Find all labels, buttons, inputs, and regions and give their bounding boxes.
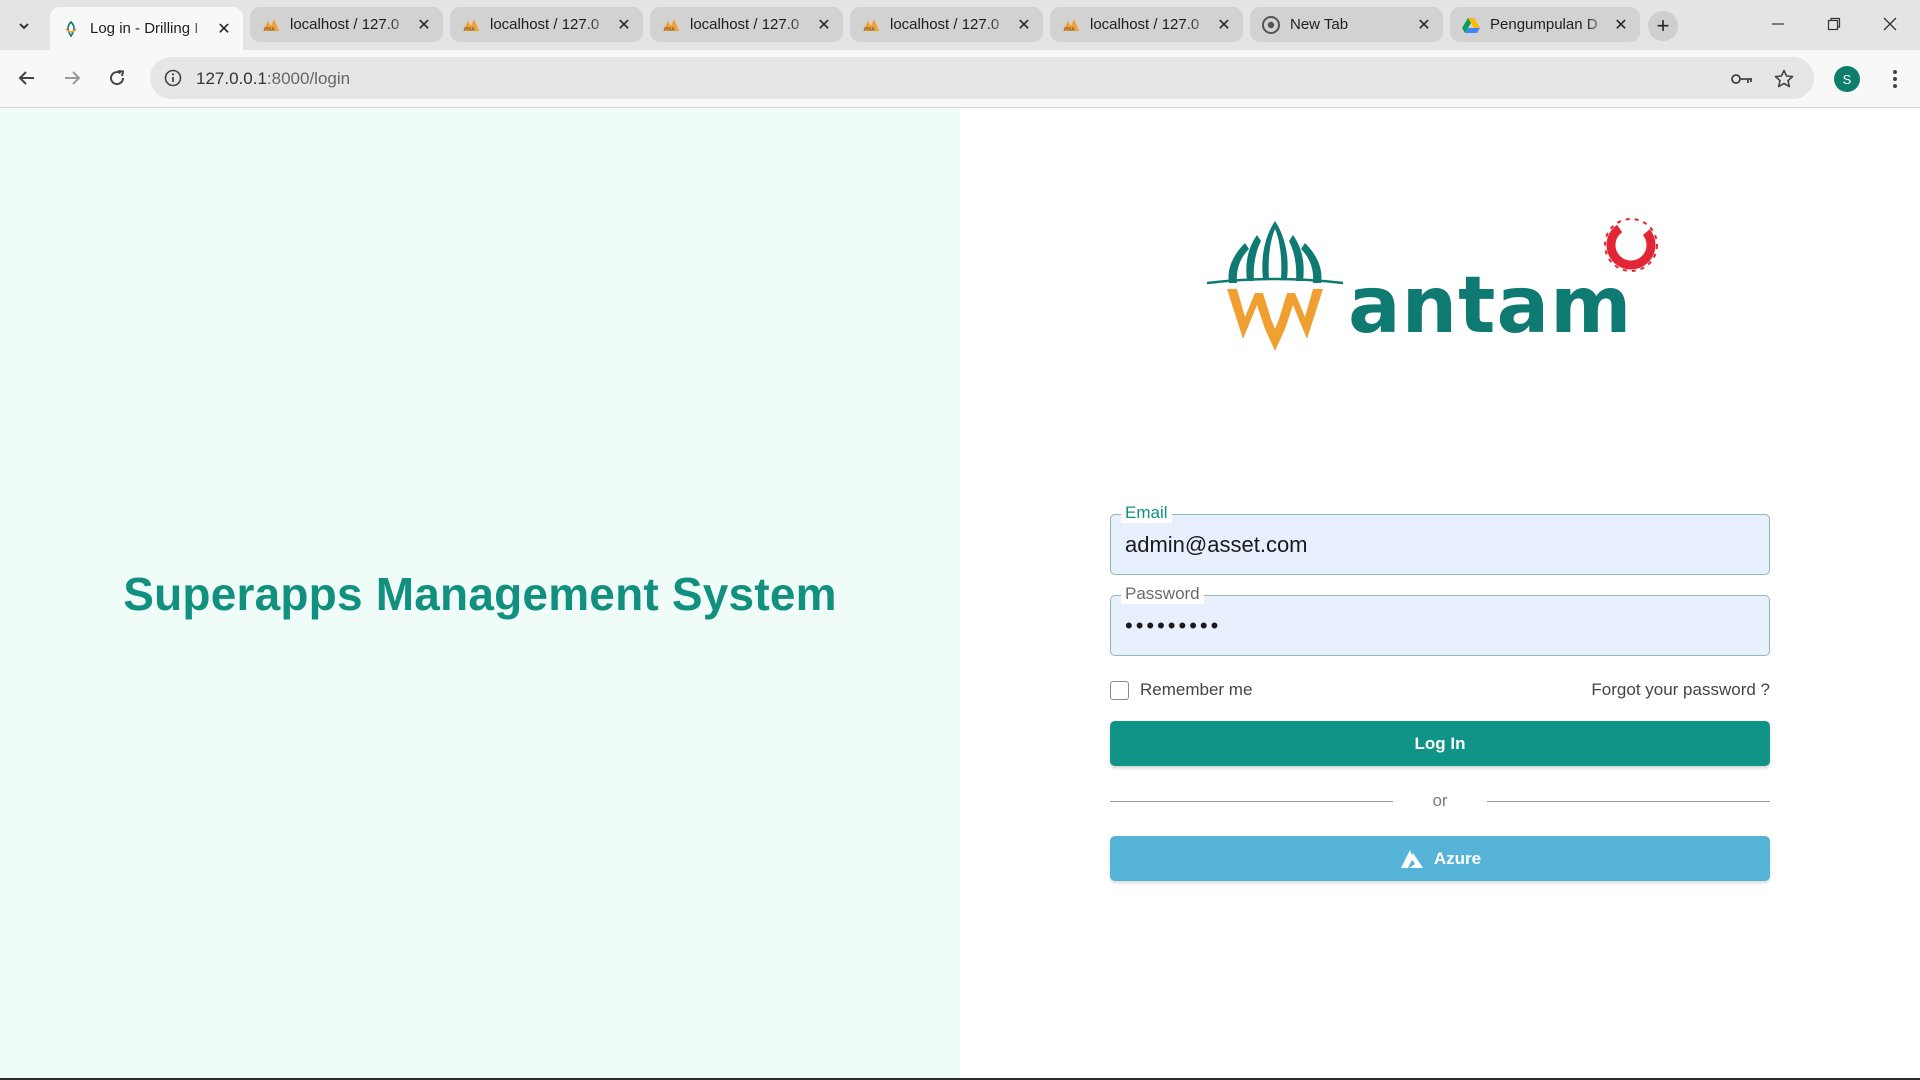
profile-avatar[interactable]: S xyxy=(1834,66,1860,92)
browser-toolbar: 127.0.0.1:8000/login S xyxy=(0,50,1920,108)
tab-title: Log in - Drilling I xyxy=(90,20,199,37)
restore-icon xyxy=(1827,17,1841,31)
close-icon[interactable]: ✕ xyxy=(613,14,635,36)
arrow-right-icon xyxy=(65,71,81,85)
new-tab-button[interactable]: + xyxy=(1648,11,1678,41)
tab-localhost[interactable]: PMA localhost / 127.0 ✕ xyxy=(450,7,643,42)
site-info-icon[interactable] xyxy=(160,65,186,91)
antam-logo-icon xyxy=(62,20,80,38)
password-field[interactable]: Password xyxy=(1110,584,1770,656)
azure-icon xyxy=(1399,849,1425,869)
password-input[interactable] xyxy=(1125,610,1755,642)
svg-text:PMA: PMA xyxy=(864,27,875,32)
minimize-icon xyxy=(1772,23,1784,25)
url-host: 127.0.0.1 xyxy=(196,69,267,88)
remember-me[interactable]: Remember me xyxy=(1110,679,1252,701)
forgot-password-link[interactable]: Forgot your password ? xyxy=(1560,680,1770,700)
divider-left xyxy=(1110,801,1393,802)
email-field[interactable]: Email xyxy=(1110,503,1770,575)
close-icon[interactable]: ✕ xyxy=(813,14,835,36)
email-input[interactable] xyxy=(1125,529,1755,561)
close-icon xyxy=(1883,17,1897,31)
svg-text:PMA: PMA xyxy=(264,27,275,32)
profile-initial: S xyxy=(1842,71,1852,87)
address-bar[interactable]: 127.0.0.1:8000/login xyxy=(150,57,1814,99)
tab-pengumpulan[interactable]: Pengumpulan D ✕ xyxy=(1450,7,1640,42)
close-icon[interactable]: ✕ xyxy=(1013,14,1035,36)
tab-log-in[interactable]: Log in - Drilling I ✕ xyxy=(50,7,243,50)
tab-title: Pengumpulan D xyxy=(1490,16,1598,33)
log-in-label: Log In xyxy=(1414,733,1466,753)
google-drive-icon xyxy=(1462,16,1480,34)
close-icon[interactable]: ✕ xyxy=(213,18,235,40)
or-separator: or xyxy=(1432,791,1448,810)
red-ring-icon xyxy=(1604,218,1658,272)
app-title: Superapps Management System xyxy=(123,568,837,620)
hero-panel: Superapps Management System xyxy=(0,109,960,1078)
close-icon[interactable]: ✕ xyxy=(1213,14,1235,36)
tab-localhost[interactable]: PMA localhost / 127.0 ✕ xyxy=(250,7,443,42)
phpmyadmin-icon: PMA xyxy=(1062,16,1080,34)
arrow-left-icon xyxy=(18,71,34,85)
tab-strip: Log in - Drilling I ✕ PMA localhost / 12… xyxy=(0,0,1920,50)
close-icon[interactable]: ✕ xyxy=(413,14,435,36)
close-icon[interactable]: ✕ xyxy=(1610,14,1632,36)
password-label: Password xyxy=(1121,584,1204,604)
tab-title: New Tab xyxy=(1290,16,1349,33)
tab-localhost[interactable]: PMA localhost / 127.0 ✕ xyxy=(650,7,843,42)
azure-label: Azure xyxy=(1433,848,1482,868)
close-icon[interactable]: ✕ xyxy=(1413,14,1435,36)
remember-me-label[interactable]: Remember me xyxy=(1140,680,1252,700)
divider-right xyxy=(1487,801,1770,802)
phpmyadmin-icon: PMA xyxy=(462,16,480,34)
back-button[interactable] xyxy=(10,61,44,95)
tab-title: localhost / 127.0 xyxy=(690,16,800,33)
tab-title: localhost / 127.0 xyxy=(1090,16,1200,33)
antam-emblem-icon xyxy=(1206,221,1344,351)
tab-title: localhost / 127.0 xyxy=(890,16,1000,33)
url-path: :8000/login xyxy=(266,69,351,88)
browser-menu-button[interactable] xyxy=(1880,62,1910,96)
tab-localhost[interactable]: PMA localhost / 127.0 ✕ xyxy=(850,7,1043,42)
tab-search-button[interactable] xyxy=(10,12,38,40)
minimize-button[interactable] xyxy=(1750,0,1806,48)
bookmark-star-icon[interactable] xyxy=(1772,67,1796,91)
reload-button[interactable] xyxy=(100,61,134,95)
more-vert-icon xyxy=(1893,70,1897,88)
phpmyadmin-icon: PMA xyxy=(262,16,280,34)
antam-brand-text: antam xyxy=(1348,261,1633,351)
azure-login-button[interactable]: Azure xyxy=(1110,836,1770,881)
tab-localhost[interactable]: PMA localhost / 127.0 ✕ xyxy=(1050,7,1243,42)
url-text[interactable]: 127.0.0.1:8000/login xyxy=(196,69,350,89)
reload-icon xyxy=(110,70,125,86)
chevron-down-icon xyxy=(19,23,29,30)
plus-icon: + xyxy=(1656,13,1670,38)
tab-new-tab[interactable]: New Tab ✕ xyxy=(1250,7,1443,42)
close-window-button[interactable] xyxy=(1862,0,1918,48)
log-in-button[interactable]: Log In xyxy=(1110,721,1770,766)
forward-button[interactable] xyxy=(55,61,89,95)
restore-button[interactable] xyxy=(1806,0,1862,48)
antam-logo: antam xyxy=(1205,213,1675,363)
remember-me-checkbox[interactable] xyxy=(1110,680,1129,700)
phpmyadmin-icon: PMA xyxy=(662,16,680,34)
svg-text:PMA: PMA xyxy=(664,27,675,32)
tab-title: localhost / 127.0 xyxy=(490,16,600,33)
email-label: Email xyxy=(1121,503,1172,523)
phpmyadmin-icon: PMA xyxy=(862,16,880,34)
svg-text:PMA: PMA xyxy=(464,27,475,32)
chrome-icon xyxy=(1262,15,1280,34)
tab-title: localhost / 127.0 xyxy=(290,16,400,33)
svg-text:PMA: PMA xyxy=(1064,27,1075,32)
password-key-icon[interactable] xyxy=(1730,67,1754,91)
